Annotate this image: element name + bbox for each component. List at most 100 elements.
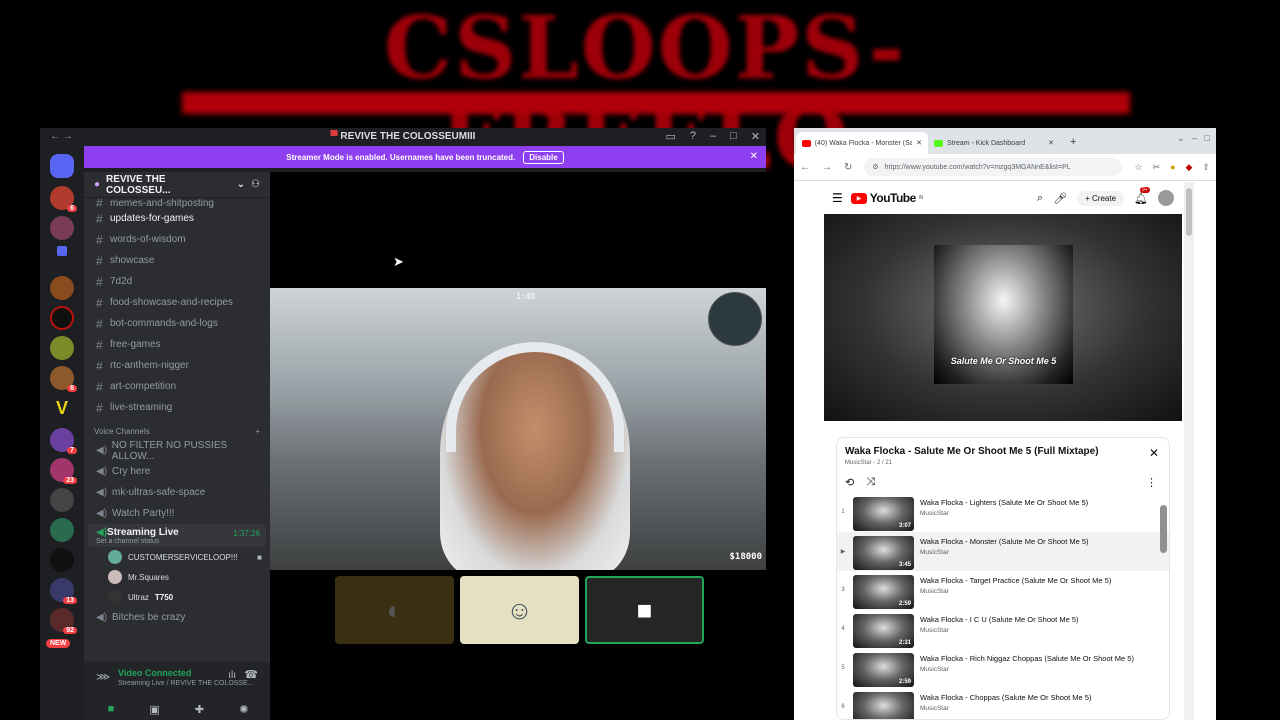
screen-share-button[interactable]: ▣: [149, 703, 159, 716]
menu-icon[interactable]: ☰: [832, 191, 843, 205]
share-icon[interactable]: ⇪: [1202, 162, 1210, 173]
text-channel[interactable]: # art-competition: [84, 376, 270, 397]
folder-icon[interactable]: [57, 246, 67, 256]
camera-button[interactable]: ■: [108, 703, 115, 716]
back-icon[interactable]: ←: [800, 162, 810, 173]
participant-tile[interactable]: ☺: [460, 576, 579, 644]
server-icon[interactable]: [50, 216, 74, 240]
scrollbar-thumb[interactable]: [1186, 188, 1192, 236]
playlist-item[interactable]: 4 2:31 Waka Flocka - I C U (Salute Me Or S…: [837, 610, 1169, 649]
participant-tile[interactable]: ◐: [335, 576, 454, 644]
disconnect-icon[interactable]: ☎: [244, 668, 258, 681]
playlist-title[interactable]: Waka Flocka - Salute Me Or Shoot Me 5 (F…: [845, 446, 1161, 457]
server-icon[interactable]: [50, 276, 74, 300]
text-channel[interactable]: # rtc-anthem-nigger: [84, 355, 270, 376]
server-icon[interactable]: [50, 488, 74, 512]
tab-search-icon[interactable]: ⌄ – □: [1177, 133, 1210, 144]
voice-channel[interactable]: ◀) Bitches be crazy: [84, 607, 270, 628]
close-icon[interactable]: ✕: [750, 151, 758, 162]
playlist-item[interactable]: 5 2:59 Waka Flocka - Rich Niggaz Choppas (…: [837, 649, 1169, 688]
playlist-scrollbar[interactable]: [1160, 505, 1167, 553]
new-tab-button[interactable]: +: [1060, 136, 1086, 154]
server-icon[interactable]: [50, 518, 74, 542]
server-icon[interactable]: [50, 548, 74, 572]
stream-view[interactable]: ➤ 1:48 $18000 ◐ ☺ ■: [270, 172, 766, 720]
server-icon[interactable]: V: [50, 396, 74, 420]
search-icon[interactable]: ⌕: [1037, 192, 1043, 205]
server-icon[interactable]: 23: [50, 458, 77, 484]
extension-icon[interactable]: ✂: [1153, 162, 1161, 173]
add-channel-icon[interactable]: +: [255, 427, 260, 436]
activities-button[interactable]: ✚: [195, 703, 204, 716]
forward-icon[interactable]: →: [822, 162, 832, 173]
microphone-icon[interactable]: 🎤︎: [1053, 192, 1067, 205]
video-thumbnail[interactable]: 2:59: [853, 575, 914, 609]
playlist-item[interactable]: 6 Waka Flocka - Choppas (Salute Me Or Sho…: [837, 688, 1169, 719]
voice-member[interactable]: CUSTOMERSERVICELOOP!!! ■: [84, 547, 270, 567]
server-icon[interactable]: 6: [50, 186, 77, 212]
playlist-item[interactable]: ▶ 3:45 Waka Flocka - Monster (Salute Me Or…: [837, 532, 1169, 571]
maximize-button[interactable]: □: [730, 130, 737, 143]
server-icon[interactable]: 6: [50, 366, 77, 392]
noise-suppression-icon[interactable]: ılı: [228, 670, 236, 681]
tab-youtube[interactable]: (40) Waka Flocka - Monster (Sal ✕: [796, 132, 928, 154]
soundboard-button[interactable]: ✺: [239, 703, 248, 716]
playlist-item[interactable]: 1 3:07 Waka Flocka - Lighters (Salute Me O…: [837, 493, 1169, 532]
text-channel[interactable]: # updates-for-games: [84, 208, 270, 229]
server-icon[interactable]: 92: [50, 608, 77, 634]
close-icon[interactable]: ✕: [1149, 446, 1159, 460]
close-button[interactable]: ✕: [751, 130, 760, 143]
minimize-button[interactable]: –: [710, 130, 716, 143]
discord-home-icon[interactable]: [50, 154, 74, 178]
text-channel[interactable]: # words-of-wisdom: [84, 229, 270, 250]
channel-status[interactable]: Set a channel status: [96, 538, 260, 545]
voice-category[interactable]: Voice Channels +: [84, 422, 270, 440]
add-member-icon[interactable]: ⚇: [251, 179, 270, 190]
active-voice-channel[interactable]: 1:37:26 ◀)Streaming Live Set a channel s…: [88, 524, 266, 547]
playlist-item[interactable]: 3 2:59 Waka Flocka - Target Practice (Salu…: [837, 571, 1169, 610]
text-channel[interactable]: # memes-and-shitposting: [84, 198, 270, 208]
address-bar[interactable]: ⚙ https://www.youtube.com/watch?v=mzgq3MG…: [864, 158, 1123, 176]
tab-kick[interactable]: Stream - Kick Dashboard ✕: [928, 132, 1060, 154]
voice-channel[interactable]: ◀) mk-ultras-safe-space: [84, 482, 270, 503]
text-channel[interactable]: # food-showcase-and-recipes: [84, 292, 270, 313]
avatar[interactable]: [1158, 190, 1174, 206]
text-channel[interactable]: # live-streaming: [84, 397, 270, 418]
server-icon[interactable]: [50, 306, 74, 330]
text-channel[interactable]: # showcase: [84, 250, 270, 271]
server-header[interactable]: ● REVIVE THE COLOSSEU... ⌄ ⚇: [84, 172, 270, 198]
server-icon[interactable]: 7: [50, 428, 77, 454]
help-icon[interactable]: ?: [690, 130, 696, 143]
bookmark-star-icon[interactable]: ☆: [1134, 162, 1142, 173]
text-channel[interactable]: # free-games: [84, 334, 270, 355]
disable-streamer-mode-button[interactable]: Disable: [523, 150, 564, 164]
video-thumbnail[interactable]: [853, 692, 914, 719]
page-scrollbar[interactable]: [1184, 182, 1194, 720]
voice-channel[interactable]: ◀) NO FILTER NO PUSSIES ALLOW...: [84, 440, 270, 462]
video-thumbnail[interactable]: 3:07: [853, 497, 914, 531]
more-icon[interactable]: ⋮: [1146, 476, 1157, 489]
reload-icon[interactable]: ↻: [844, 162, 852, 173]
voice-channel[interactable]: ◀) Cry here: [84, 461, 270, 482]
close-tab-icon[interactable]: ✕: [916, 139, 922, 147]
participant-tile-active[interactable]: ■: [585, 576, 704, 644]
video-thumbnail[interactable]: 2:59: [853, 653, 914, 687]
extension-icon[interactable]: ◆: [1186, 162, 1193, 173]
text-channel[interactable]: #7d2d: [84, 271, 270, 292]
video-thumbnail[interactable]: 2:31: [853, 614, 914, 648]
loop-icon[interactable]: ⟲: [845, 476, 854, 489]
text-channel[interactable]: # bot-commands-and-logs: [84, 313, 270, 334]
server-icon[interactable]: [50, 336, 74, 360]
server-icon[interactable]: 13: [50, 578, 77, 604]
inbox-icon[interactable]: ▭: [665, 130, 675, 143]
notifications-icon[interactable]: 🔔︎ 9+: [1134, 186, 1150, 205]
shuffle-icon[interactable]: ⤨: [866, 476, 875, 489]
stream-video[interactable]: 1:48 $18000: [270, 288, 766, 570]
youtube-logo[interactable]: ▶ YouTube IN: [850, 191, 923, 205]
extension-icon[interactable]: ●: [1170, 162, 1175, 173]
create-button[interactable]: + Create: [1077, 190, 1125, 206]
close-tab-icon[interactable]: ✕: [1048, 139, 1054, 147]
voice-channel[interactable]: ◀) Watch Party!!!: [84, 503, 270, 524]
voice-member[interactable]: Ultraz T750: [84, 587, 270, 607]
video-player[interactable]: Salute Me Or Shoot Me 5: [824, 214, 1182, 421]
